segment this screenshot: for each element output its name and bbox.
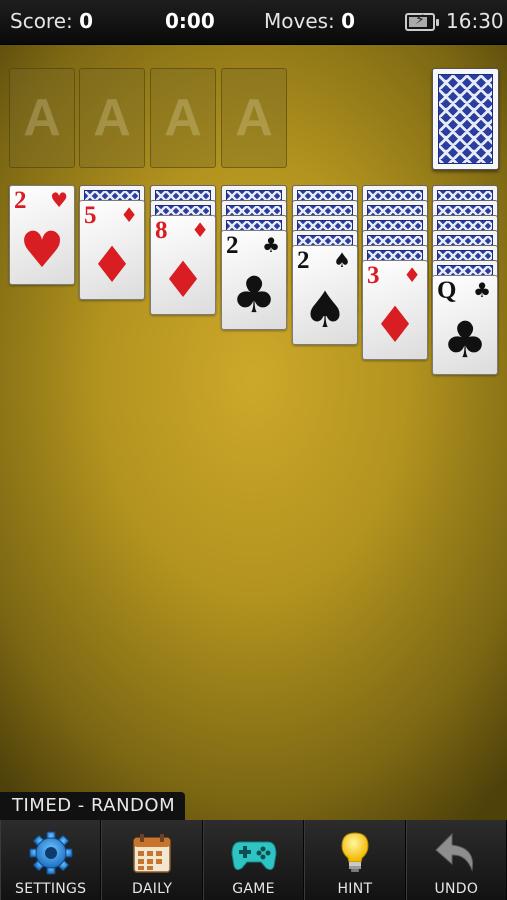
- foundation-placeholder: A: [235, 89, 273, 147]
- card-rank: 2: [297, 247, 310, 274]
- moves-label: Moves:: [264, 9, 335, 33]
- moves-value: 0: [341, 9, 356, 33]
- lightbulb-icon: [341, 832, 369, 872]
- card-rank: Q: [437, 277, 457, 304]
- tableau-card-2[interactable]: 5 ♦ ♦: [79, 200, 145, 300]
- score-display: Score: 0: [10, 9, 93, 33]
- tableau-card-5[interactable]: 2 ♠ ♠: [292, 245, 358, 345]
- suit-icon: ♠: [302, 281, 348, 339]
- foundation-pile-1[interactable]: A: [9, 68, 75, 168]
- daily-button[interactable]: DAILY: [101, 820, 203, 900]
- calendar-icon: [133, 834, 171, 873]
- suit-icon: ♦: [372, 296, 418, 354]
- suit-icon: ♣: [262, 233, 280, 257]
- gear-icon: [29, 831, 73, 875]
- card-rank: 5: [84, 202, 97, 229]
- foundation-placeholder: A: [164, 89, 202, 147]
- undo-arrow-icon: [435, 832, 474, 872]
- suit-icon: ♦: [191, 218, 209, 242]
- timer: 0:00: [165, 9, 215, 33]
- game-mode-label: TIMED - RANDOM: [0, 792, 186, 820]
- game-label: GAME: [232, 881, 275, 897]
- settings-button[interactable]: SETTINGS: [0, 820, 102, 900]
- tableau-card-3[interactable]: 8 ♦ ♦: [150, 215, 216, 315]
- tableau-card-4[interactable]: 2 ♣ ♣: [221, 230, 287, 330]
- suit-icon: ♥: [19, 221, 65, 279]
- suit-icon: ♣: [442, 311, 488, 369]
- status-bar: Score: 0 0:00 Moves: 0 ⚡ 16:30: [0, 0, 507, 45]
- foundation-placeholder: A: [23, 89, 61, 147]
- score-value: 0: [79, 9, 94, 33]
- suit-icon: ♠: [333, 248, 351, 272]
- hint-label: HINT: [337, 881, 373, 897]
- stock-pile[interactable]: [432, 68, 499, 170]
- tableau-card-1[interactable]: 2 ♥ ♥: [9, 185, 75, 285]
- suit-icon: ♦: [89, 236, 135, 294]
- moves-display: Moves: 0: [264, 9, 355, 33]
- suit-icon: ♦: [403, 263, 421, 287]
- tableau-card-6[interactable]: 3 ♦ ♦: [362, 260, 428, 360]
- card-rank: 2: [14, 187, 27, 214]
- card-rank: 8: [155, 217, 168, 244]
- suit-icon: ♦: [160, 251, 206, 309]
- hint-button[interactable]: HINT: [304, 820, 406, 900]
- undo-button[interactable]: UNDO: [405, 820, 507, 900]
- card-rank: 2: [226, 232, 239, 259]
- foundation-placeholder: A: [93, 89, 131, 147]
- foundation-pile-4[interactable]: A: [221, 68, 287, 168]
- daily-label: DAILY: [131, 881, 173, 897]
- clock: 16:30: [446, 9, 504, 33]
- suit-icon: ♥: [50, 188, 68, 212]
- game-button[interactable]: GAME: [202, 820, 305, 900]
- undo-label: UNDO: [434, 881, 479, 897]
- bottom-toolbar: SETTINGS DAILY GAME HINT UNDO: [0, 820, 507, 900]
- settings-label: SETTINGS: [15, 881, 87, 897]
- suit-icon: ♦: [120, 203, 138, 227]
- card-rank: 3: [367, 262, 380, 289]
- tableau-card-7[interactable]: Q ♣ ♣: [432, 275, 498, 375]
- foundation-pile-3[interactable]: A: [150, 68, 216, 168]
- foundation-pile-2[interactable]: A: [79, 68, 145, 168]
- battery-icon: ⚡: [405, 12, 439, 31]
- score-label: Score:: [10, 9, 73, 33]
- suit-icon: ♣: [231, 266, 277, 324]
- gamepad-icon: [231, 841, 277, 871]
- suit-icon: ♣: [473, 278, 491, 302]
